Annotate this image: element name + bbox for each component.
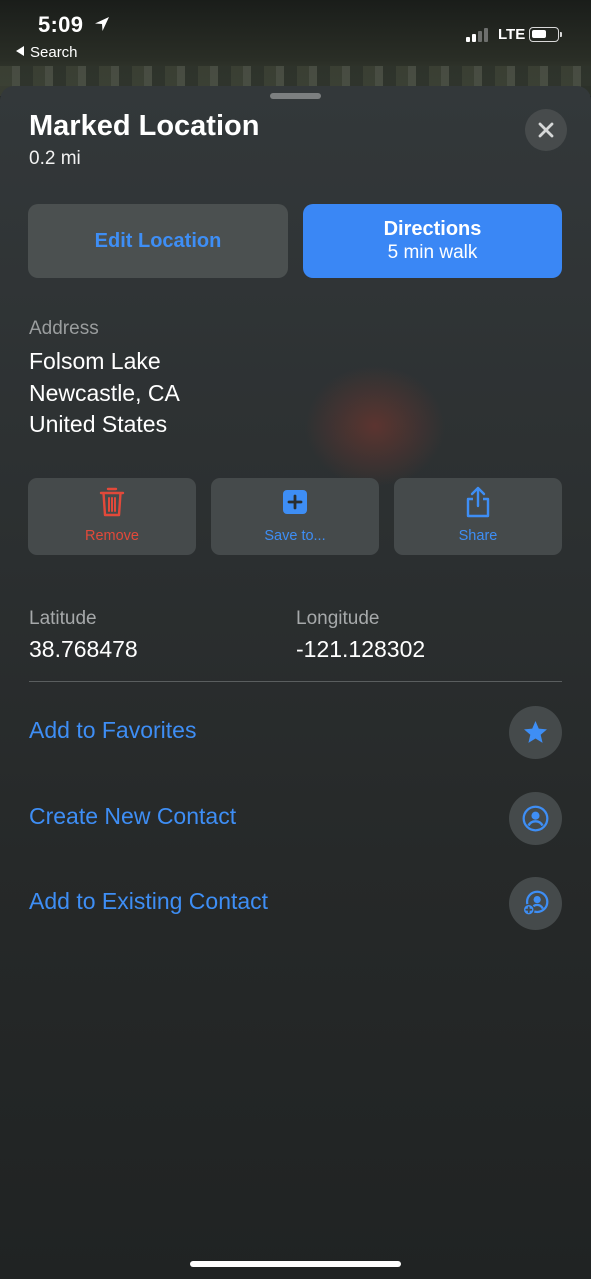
add-to-existing-contact-link[interactable]: Add to Existing Contact [29, 888, 268, 915]
sheet-grabber[interactable] [270, 93, 321, 99]
create-new-contact-link[interactable]: Create New Contact [29, 803, 236, 830]
save-to-button[interactable]: Save to... [211, 478, 379, 555]
address-line: Folsom Lake [29, 348, 161, 374]
directions-button[interactable]: Directions 5 min walk [303, 204, 562, 278]
create-new-contact-button[interactable] [509, 792, 562, 845]
latitude-label: Latitude [29, 608, 97, 629]
trash-icon [99, 487, 125, 517]
directions-label: Directions [383, 218, 482, 240]
add-to-favorites-button[interactable] [509, 706, 562, 759]
place-distance: 0.2 mi [29, 148, 81, 169]
edit-location-button[interactable]: Edit Location [28, 204, 288, 278]
status-time: 5:09 [38, 12, 84, 37]
share-button[interactable]: Share [394, 478, 562, 555]
save-to-label: Save to... [264, 528, 326, 544]
address-line: Newcastle, CA [29, 379, 180, 406]
remove-button[interactable]: Remove [28, 478, 196, 555]
signal-icon [466, 28, 488, 42]
longitude-value: -121.128302 [296, 636, 426, 662]
contact-icon [522, 805, 549, 832]
longitude-label: Longitude [296, 608, 380, 629]
location-arrow-icon [95, 17, 109, 31]
share-icon [466, 486, 490, 518]
back-arrow-icon [16, 46, 24, 56]
add-contact-icon [522, 890, 549, 916]
close-button[interactable] [525, 109, 567, 151]
place-title: Marked Location [29, 110, 260, 142]
latitude-value: 38.768478 [29, 636, 138, 662]
add-to-favorites-link[interactable]: Add to Favorites [29, 717, 196, 744]
network-type: LTE [498, 26, 526, 43]
home-indicator[interactable] [190, 1261, 401, 1267]
add-to-existing-contact-button[interactable] [509, 877, 562, 930]
directions-eta: 5 min walk [387, 242, 478, 263]
close-icon [538, 122, 554, 138]
address-label: Address [29, 318, 99, 339]
star-icon [524, 721, 547, 743]
remove-label: Remove [85, 528, 139, 544]
back-link-label: Search [30, 44, 78, 61]
address-block: Folsom Lake Newcastle, CA United States [29, 346, 180, 441]
battery-icon [529, 27, 562, 42]
plus-square-icon [283, 490, 307, 514]
divider [29, 681, 562, 682]
address-line: United States [29, 411, 168, 437]
share-label: Share [458, 528, 498, 544]
place-card-sheet: Marked Location 0.2 mi Edit Location Dir… [0, 86, 591, 1279]
back-to-search-link[interactable]: Search [16, 44, 78, 61]
